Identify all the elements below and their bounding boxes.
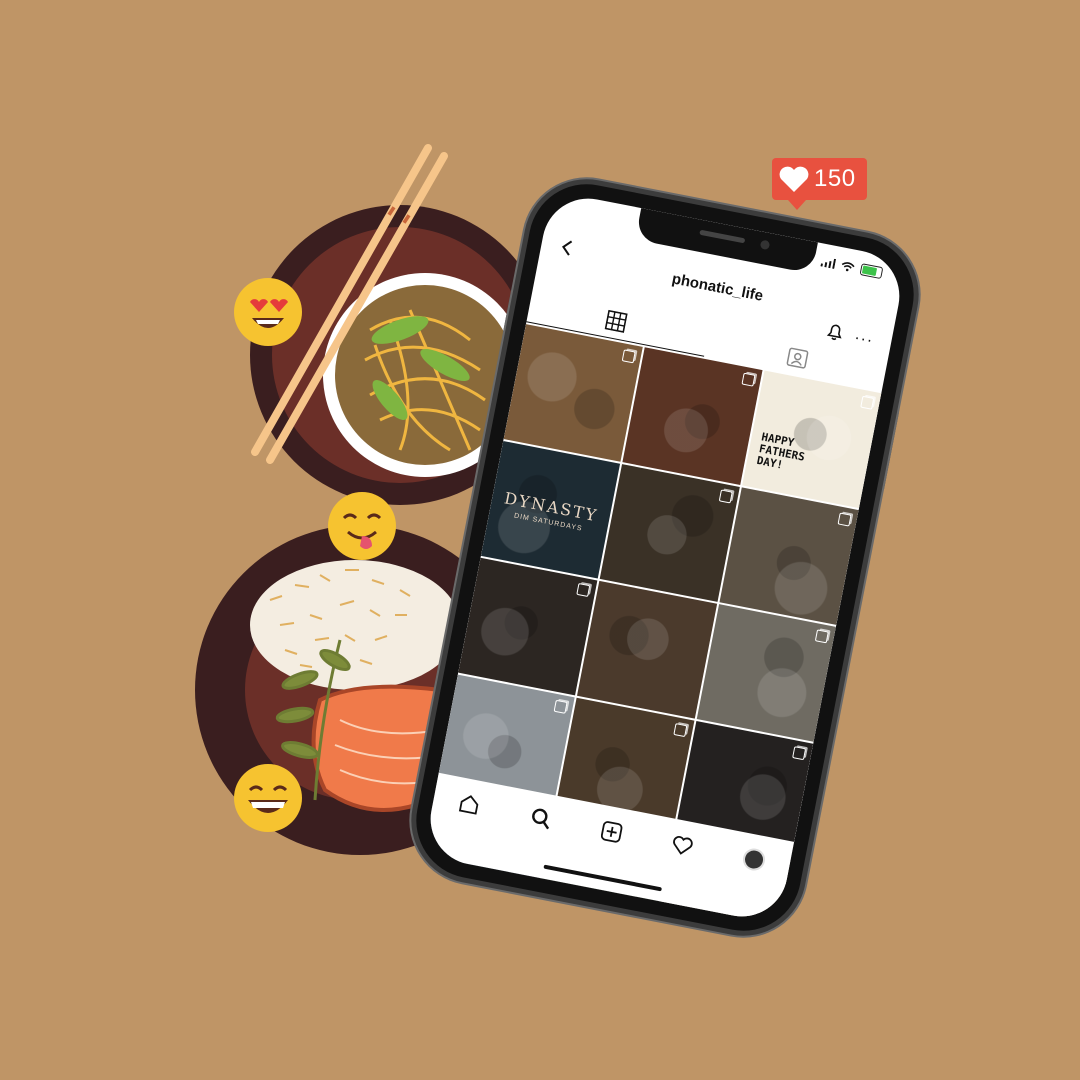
post-image: [577, 580, 717, 719]
post-image: [622, 347, 763, 485]
grid-post[interactable]: [622, 347, 763, 485]
grid-icon[interactable]: [604, 309, 628, 333]
activity-icon[interactable]: [670, 833, 696, 859]
front-camera: [759, 239, 771, 251]
carousel-icon: [837, 512, 852, 527]
tagged-icon[interactable]: [785, 345, 811, 371]
home-icon[interactable]: [457, 791, 483, 817]
heart-icon: [779, 166, 809, 192]
tongue-out-emoji: [326, 490, 398, 562]
wifi-icon: [841, 262, 855, 272]
signal-icon: [820, 258, 837, 269]
like-notification-badge: 150: [772, 158, 867, 210]
post-image: [719, 487, 859, 625]
carousel-icon: [741, 372, 756, 387]
post-image: [503, 324, 644, 462]
profile-avatar[interactable]: [740, 846, 767, 873]
heart-eyes-emoji-graphic: [234, 278, 302, 346]
post-image: [458, 557, 598, 696]
grid-post[interactable]: [600, 464, 740, 602]
carousel-icon: [860, 395, 875, 410]
battery-icon: [859, 263, 884, 280]
tongue-out-emoji-graphic: [328, 492, 396, 560]
heart-eyes-emoji: [232, 276, 304, 348]
like-count: 150: [814, 165, 856, 192]
post-image: [600, 464, 740, 602]
grinning-emoji-graphic: [234, 764, 302, 832]
bell-icon[interactable]: [825, 320, 846, 343]
carousel-icon: [718, 489, 733, 504]
carousel-icon: [792, 746, 807, 761]
status-bar: [820, 256, 884, 280]
grid-post[interactable]: [719, 487, 859, 625]
new-post-icon[interactable]: [599, 819, 625, 845]
grinning-emoji: [232, 762, 304, 834]
grid-post[interactable]: [503, 324, 644, 462]
grid-post[interactable]: HAPPY FATHERS DAY!: [741, 370, 882, 509]
speaker: [699, 229, 746, 244]
grid-post[interactable]: [577, 580, 717, 719]
grid-post[interactable]: DYNASTY DIM SATURDAYS: [480, 440, 621, 579]
carousel-icon: [672, 722, 688, 738]
search-icon[interactable]: [528, 805, 554, 831]
grid-post[interactable]: [696, 604, 836, 742]
post-image: [696, 604, 836, 742]
grid-post[interactable]: [458, 557, 598, 696]
noodle-bowl-inner: [335, 285, 515, 465]
carousel-icon: [814, 629, 829, 644]
more-icon[interactable]: ···: [853, 329, 875, 349]
